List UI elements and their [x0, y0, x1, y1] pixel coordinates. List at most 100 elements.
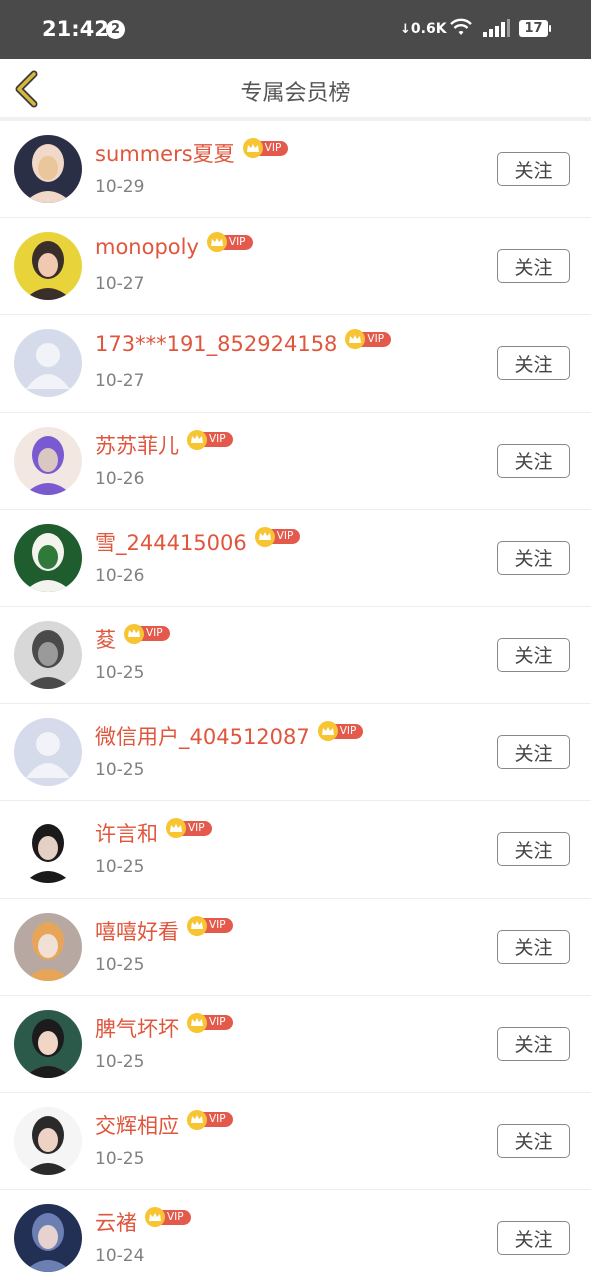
list-item[interactable]: 荾 VIP 10-25 关注: [0, 606, 591, 705]
page-title: 专属会员榜: [240, 81, 351, 106]
name-line: 嘻嘻好看 VIP: [95, 915, 233, 946]
user-name[interactable]: 交辉相应: [95, 1110, 179, 1140]
join-date: 10-29: [95, 177, 145, 197]
list-item[interactable]: 脾气坏坏 VIP 10-25 关注: [0, 995, 591, 1093]
user-name[interactable]: 微信用户_404512087: [95, 721, 310, 751]
vip-badge: VIP: [187, 1109, 233, 1130]
crown-icon: [145, 1207, 165, 1228]
name-line: 苏苏菲儿 VIP: [95, 429, 233, 460]
crown-icon: [124, 623, 144, 644]
crown-icon: [242, 138, 263, 158]
user-name[interactable]: monopoly: [95, 235, 199, 259]
crown-icon: [206, 232, 227, 253]
user-name[interactable]: 173***191_852924158: [95, 332, 337, 356]
avatar-photo[interactable]: [14, 232, 82, 301]
crown-icon: [187, 1012, 207, 1033]
avatar-photo[interactable]: [14, 426, 82, 495]
name-line: 173***191_852924158 VIP: [95, 329, 392, 356]
follow-button[interactable]: 关注: [497, 637, 570, 672]
status-time: 21:42: [42, 17, 109, 41]
crown-icon: [317, 721, 338, 742]
list-item[interactable]: 雪_244415006 VIP 10-26 关注: [0, 509, 591, 607]
list-item[interactable]: 微信用户_404512087 VIP 10-25 关注: [0, 704, 591, 802]
crown-icon: [187, 429, 207, 450]
crown-icon: [187, 915, 207, 936]
follow-button[interactable]: 关注: [497, 1123, 570, 1158]
vip-badge: VIP: [145, 1207, 191, 1228]
notification-badge: 2: [106, 20, 125, 39]
follow-button[interactable]: 关注: [497, 249, 570, 284]
user-name[interactable]: 云褚: [95, 1207, 137, 1237]
follow-button[interactable]: 关注: [497, 1026, 570, 1061]
crown-icon: [187, 1109, 207, 1130]
vip-badge: VIP: [345, 329, 392, 350]
user-name[interactable]: 脾气坏坏: [95, 1013, 179, 1043]
vip-badge: VIP: [254, 526, 301, 547]
vip-badge: VIP: [206, 232, 253, 253]
follow-button[interactable]: 关注: [497, 540, 570, 575]
join-date: 10-25: [95, 857, 145, 878]
status-bar: 21:42 2 ↓0.6K 17: [0, 0, 591, 59]
name-line: 微信用户_404512087 VIP: [95, 721, 364, 751]
join-date: 10-27: [95, 371, 145, 392]
vip-badge: VIP: [317, 721, 364, 742]
name-line: 云褚 VIP: [95, 1207, 191, 1237]
follow-button[interactable]: 关注: [497, 443, 570, 478]
follow-button[interactable]: 关注: [497, 1221, 570, 1256]
list-item[interactable]: 交辉相应 VIP 10-25 关注: [0, 1092, 591, 1191]
default-avatar-icon[interactable]: [14, 329, 82, 398]
follow-button[interactable]: 关注: [497, 929, 570, 964]
member-list: summers夏夏 VIP 10-29 关注 monopoly VIP 10-27 关注 173…: [0, 121, 591, 1280]
user-name[interactable]: 荾: [95, 624, 116, 654]
user-name[interactable]: 许言和: [95, 818, 158, 848]
join-date: 10-25: [95, 662, 145, 683]
user-name[interactable]: 嘻嘻好看: [95, 916, 179, 946]
follow-button[interactable]: 关注: [497, 346, 570, 381]
follow-button[interactable]: 关注: [497, 735, 570, 770]
join-date: 10-27: [95, 274, 145, 295]
vip-badge: VIP: [166, 818, 212, 839]
list-item[interactable]: summers夏夏 VIP 10-29 关注: [0, 121, 591, 219]
list-item[interactable]: 嘻嘻好看 VIP 10-25 关注: [0, 898, 591, 996]
battery-icon: 17: [519, 20, 551, 37]
avatar-photo[interactable]: [14, 1009, 82, 1078]
header-bar: 专属会员榜: [0, 59, 591, 121]
follow-button[interactable]: 关注: [497, 152, 570, 186]
name-line: 荾 VIP: [95, 623, 170, 654]
vip-badge: VIP: [242, 138, 289, 158]
join-date: 10-25: [95, 954, 145, 975]
network-speed-value: 0.6K: [410, 21, 447, 37]
vip-badge: VIP: [187, 915, 233, 936]
follow-button[interactable]: 关注: [497, 832, 570, 867]
avatar-photo[interactable]: [14, 135, 82, 203]
network-speed: ↓0.6K: [400, 21, 447, 37]
wifi-icon: [449, 17, 473, 41]
vip-badge: VIP: [187, 429, 233, 450]
avatar-photo[interactable]: [14, 1106, 82, 1175]
list-item[interactable]: monopoly VIP 10-27 关注: [0, 218, 591, 316]
avatar-photo[interactable]: [14, 1204, 82, 1273]
avatar-photo[interactable]: [14, 523, 82, 592]
user-name[interactable]: 苏苏菲儿: [95, 430, 179, 460]
list-item[interactable]: 云褚 VIP 10-24 关注: [0, 1190, 591, 1280]
name-line: summers夏夏 VIP: [95, 138, 289, 168]
user-name[interactable]: 雪_244415006: [95, 527, 247, 557]
list-item[interactable]: 苏苏菲儿 VIP 10-26 关注: [0, 412, 591, 510]
download-arrow-icon: ↓: [400, 22, 411, 37]
name-line: 雪_244415006 VIP: [95, 526, 301, 557]
signal-icon: [482, 19, 510, 41]
join-date: 10-26: [95, 565, 145, 586]
join-date: 10-25: [95, 1148, 145, 1169]
list-item[interactable]: 许言和 VIP 10-25 关注: [0, 801, 591, 899]
avatar-photo[interactable]: [14, 912, 82, 981]
join-date: 10-25: [95, 760, 145, 781]
name-line: monopoly VIP: [95, 232, 253, 259]
default-avatar-icon[interactable]: [14, 718, 82, 787]
avatar-photo[interactable]: [14, 815, 82, 884]
join-date: 10-24: [95, 1246, 145, 1267]
list-item[interactable]: 173***191_852924158 VIP 10-27 关注: [0, 315, 591, 413]
vip-badge: VIP: [124, 623, 170, 644]
name-line: 交辉相应 VIP: [95, 1109, 233, 1140]
avatar-photo[interactable]: [14, 620, 82, 689]
user-name[interactable]: summers夏夏: [95, 138, 235, 168]
